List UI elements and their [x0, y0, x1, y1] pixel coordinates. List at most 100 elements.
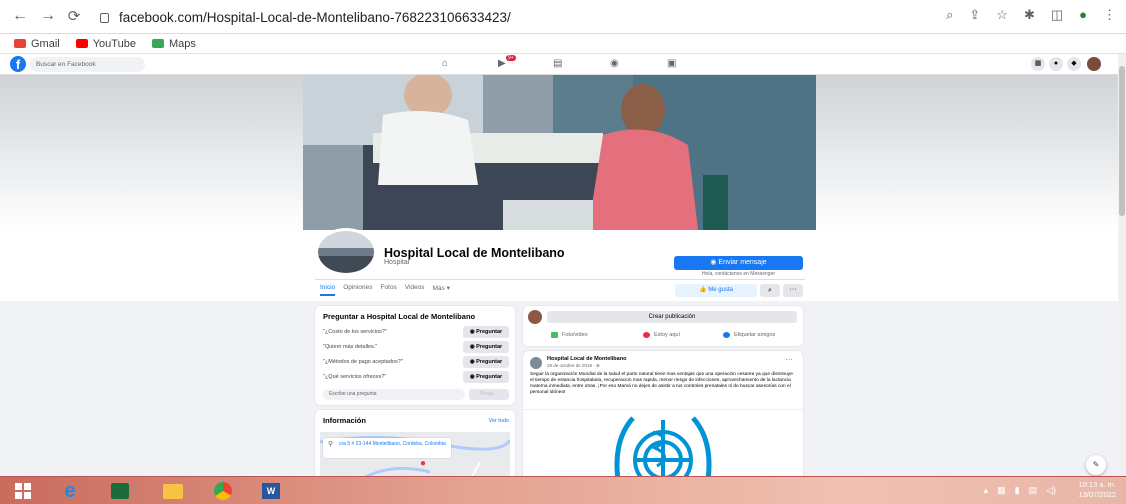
- home-icon[interactable]: ⌂: [442, 58, 448, 69]
- like-button[interactable]: 👍 Me gusta: [675, 284, 757, 297]
- tab-home[interactable]: Inicio: [320, 284, 336, 296]
- page-scrollbar[interactable]: [1118, 54, 1126, 476]
- question-input[interactable]: Escribe una pregunta: [323, 389, 465, 400]
- gmail-icon: [14, 39, 26, 48]
- browser-toolbar: ← → ⟳ facebook.com/Hospital-Local-de-Mon…: [0, 0, 1126, 34]
- star-icon[interactable]: ☆: [996, 7, 1008, 23]
- store-icon[interactable]: [107, 480, 133, 502]
- file-explorer-icon[interactable]: [160, 480, 186, 502]
- post-author-avatar[interactable]: [530, 357, 542, 369]
- page-profile-picture[interactable]: [315, 228, 377, 276]
- post-author[interactable]: Hospital Local de Montelibano: [547, 356, 626, 362]
- notification-badge: 9+: [506, 55, 516, 61]
- share-icon[interactable]: ⇪: [969, 7, 980, 23]
- scrollbar-thumb[interactable]: [1119, 66, 1125, 216]
- page-search-button[interactable]: ⌕: [760, 284, 780, 297]
- facebook-search-input[interactable]: Buscar en Facebook: [30, 57, 145, 72]
- info-card: Información Ver todo ● ⚲ cra 5 # 23-144 …: [315, 410, 515, 480]
- cover-photo-image: [303, 75, 816, 230]
- windows-start-icon[interactable]: [10, 480, 36, 502]
- windows-taskbar: e W ▴ ▦ ▮ ▤ ◁) 10:13 a. m. 13/07/2022: [0, 476, 1126, 504]
- lock-icon: [100, 13, 109, 23]
- bookmark-youtube[interactable]: YouTube: [75, 38, 136, 50]
- create-post-button[interactable]: Crear publicación: [547, 311, 797, 323]
- cover-photo[interactable]: [303, 75, 816, 230]
- tab-more[interactable]: Más ▾: [433, 284, 450, 296]
- post-image[interactable]: [523, 409, 803, 481]
- sidepanel-icon[interactable]: ◫: [1051, 7, 1063, 23]
- ask-card-title: Preguntar a Hospital Local de Monteliban…: [323, 312, 476, 321]
- facebook-header: f Buscar en Facebook ⌂ ▶ 9+ ▤ ◉ ▣ ▦ ● ◆: [0, 54, 1118, 75]
- reload-icon[interactable]: ⟳: [64, 7, 84, 25]
- check-in-action[interactable]: Estoy aquí: [643, 332, 680, 338]
- network-icon[interactable]: ▦: [997, 485, 1006, 496]
- ask-button[interactable]: ◉ Preguntar: [463, 371, 509, 383]
- windows-logo-icon: [15, 483, 31, 499]
- forward-icon[interactable]: →: [38, 7, 58, 25]
- search-icon: ⌕: [768, 287, 772, 294]
- ask-button[interactable]: ◉ Preguntar: [463, 326, 509, 338]
- groups-icon[interactable]: ◉: [610, 58, 619, 69]
- page-more-button[interactable]: ···: [783, 284, 803, 297]
- extensions-icon[interactable]: ✱: [1024, 7, 1035, 23]
- language-icon[interactable]: ▤: [1029, 485, 1038, 496]
- facebook-logo-icon[interactable]: f: [10, 56, 26, 72]
- messenger-icon[interactable]: ●: [1049, 57, 1063, 71]
- clock-date: 13/07/2022: [1078, 490, 1116, 499]
- tab-videos[interactable]: Videos: [405, 284, 425, 296]
- apps-menu-icon[interactable]: ▦: [1031, 57, 1045, 71]
- profile-icon[interactable]: ●: [1079, 7, 1087, 23]
- edit-icon: ✎: [1092, 460, 1100, 469]
- tag-friends-action[interactable]: Etiquetar amigos: [723, 332, 775, 338]
- bookmark-gmail[interactable]: Gmail: [14, 38, 60, 50]
- tab-photos[interactable]: Fotos: [380, 284, 396, 296]
- messenger-hint: Hola, contáctenos en Messenger: [701, 271, 776, 277]
- post-date[interactable]: 28 de octubre de 2019 · ⊕: [547, 363, 600, 369]
- zoom-icon[interactable]: ⌕: [946, 7, 953, 23]
- account-avatar[interactable]: [1087, 57, 1101, 71]
- tab-reviews[interactable]: Opiniones: [343, 284, 372, 296]
- notifications-icon[interactable]: ◆: [1067, 57, 1081, 71]
- gaming-icon[interactable]: ▣: [667, 58, 676, 69]
- post-card: Hospital Local de Montelibano 28 de octu…: [523, 351, 803, 481]
- watch-icon[interactable]: ▶: [498, 58, 506, 69]
- tag-icon: [723, 332, 730, 338]
- who-emblem-image: [614, 416, 712, 481]
- create-post-card: Crear publicación Foto/video Estoy aquí …: [523, 306, 803, 346]
- volume-icon[interactable]: ◁): [1046, 485, 1056, 496]
- question-row: "¿Qué servicios ofreces?" ◉ Preguntar: [323, 371, 509, 383]
- taskbar-clock[interactable]: 10:13 a. m. 13/07/2022: [1078, 480, 1116, 500]
- address-bar[interactable]: facebook.com/Hospital-Local-de-Monteliba…: [100, 6, 900, 28]
- submit-question-button[interactable]: Pregu...: [469, 389, 509, 400]
- info-card-title: Información: [323, 416, 366, 425]
- ask-questions-card: Preguntar a Hospital Local de Monteliban…: [315, 306, 515, 405]
- photo-video-action[interactable]: Foto/video: [551, 332, 588, 338]
- see-all-link[interactable]: Ver todo: [489, 418, 510, 424]
- chrome-icon[interactable]: [210, 480, 236, 502]
- user-avatar[interactable]: [528, 310, 542, 324]
- bookmark-maps[interactable]: Maps: [151, 38, 196, 50]
- page-tabs: Inicio Opiniones Fotos Videos Más ▾: [320, 284, 450, 296]
- header-divider: [315, 279, 805, 280]
- send-message-button[interactable]: ◉ Enviar mensaje: [674, 256, 803, 270]
- page-title: Hospital Local de Montelibano: [384, 246, 565, 260]
- post-text: Seguir la organización Mundial de la sal…: [530, 372, 793, 395]
- word-icon[interactable]: W: [258, 480, 284, 502]
- ask-button[interactable]: ◉ Preguntar: [463, 341, 509, 353]
- maps-icon: [151, 39, 164, 48]
- power-icon[interactable]: ▮: [1015, 485, 1020, 496]
- back-icon[interactable]: ←: [10, 7, 30, 25]
- clock-time: 10:13 a. m.: [1078, 480, 1116, 489]
- post-options-icon[interactable]: ···: [785, 355, 793, 364]
- page-category: Hospital: [384, 259, 410, 266]
- marketplace-icon[interactable]: ▤: [553, 58, 562, 69]
- question-row: "Quiero más detalles." ◉ Preguntar: [323, 341, 509, 353]
- system-tray: ▴ ▦ ▮ ▤ ◁): [984, 485, 1056, 496]
- menu-icon[interactable]: ⋮: [1103, 7, 1116, 23]
- internet-explorer-icon[interactable]: e: [57, 480, 83, 502]
- tray-arrow-icon[interactable]: ▴: [984, 485, 989, 496]
- new-message-button[interactable]: ✎: [1086, 455, 1106, 475]
- url-text: facebook.com/Hospital-Local-de-Monteliba…: [119, 9, 511, 25]
- ask-button[interactable]: ◉ Preguntar: [463, 356, 509, 368]
- address-label[interactable]: ⚲ cra 5 # 23-144 Montelibano, Cordoba, C…: [323, 438, 451, 458]
